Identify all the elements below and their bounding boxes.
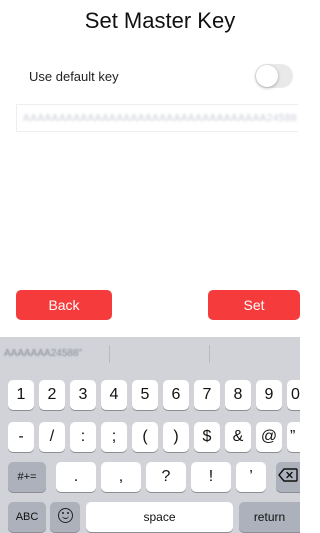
key-period[interactable]: . [56, 462, 96, 492]
key-slash[interactable]: / [39, 422, 65, 452]
emoji-key[interactable] [50, 502, 80, 532]
emoji-icon [57, 507, 73, 523]
key-1[interactable]: 1 [8, 380, 34, 410]
symbols-toggle-key[interactable]: #+= [8, 462, 46, 492]
key-7[interactable]: 7 [194, 380, 220, 410]
key-hyphen[interactable]: - [8, 422, 34, 452]
key-5[interactable]: 5 [132, 380, 158, 410]
key-close-paren[interactable]: ) [163, 422, 189, 452]
suggestion-divider [109, 345, 110, 363]
suggestion-divider [209, 345, 210, 363]
key-exclamation[interactable]: ! [191, 462, 231, 492]
key-quote[interactable]: ” [287, 422, 300, 452]
page-title: Set Master Key [84, 8, 236, 33]
key-dollar[interactable]: $ [194, 422, 220, 452]
delete-key[interactable] [276, 462, 300, 492]
key-3[interactable]: 3 [70, 380, 96, 410]
set-button[interactable]: Set [208, 290, 300, 320]
suggestion-item[interactable]: AAAAAAA24588" [4, 348, 82, 359]
key-apostrophe[interactable]: ’ [236, 462, 266, 492]
back-button[interactable]: Back [16, 290, 112, 320]
default-key-toggle[interactable] [255, 64, 293, 88]
key-6[interactable]: 6 [163, 380, 189, 410]
delete-icon [278, 468, 298, 482]
key-4[interactable]: 4 [101, 380, 127, 410]
key-open-paren[interactable]: ( [132, 422, 158, 452]
master-key-value: AAAAAAAAAAAAAAAAAAAAAAAAAAAAAAAAAA24588 [23, 113, 298, 124]
default-key-label: Use default key [29, 69, 119, 84]
key-comma[interactable]: , [101, 462, 141, 492]
key-semicolon[interactable]: ; [101, 422, 127, 452]
space-key[interactable]: space [86, 502, 233, 532]
key-ampersand[interactable]: & [225, 422, 251, 452]
return-key[interactable]: return [239, 502, 300, 532]
keyboard: AAAAAAA24588" 1 2 3 4 5 6 7 8 9 0 - / : … [0, 337, 300, 533]
suggestion-bar: AAAAAAA24588" [0, 337, 300, 370]
master-key-field[interactable]: AAAAAAAAAAAAAAAAAAAAAAAAAAAAAAAAAA24588 [16, 104, 298, 132]
key-colon[interactable]: : [70, 422, 96, 452]
abc-key[interactable]: ABC [8, 502, 46, 532]
key-0[interactable]: 0 [287, 380, 300, 410]
key-at[interactable]: @ [256, 422, 282, 452]
key-2[interactable]: 2 [39, 380, 65, 410]
toggle-knob [256, 65, 278, 87]
key-question[interactable]: ? [146, 462, 186, 492]
key-9[interactable]: 9 [256, 380, 282, 410]
key-8[interactable]: 8 [225, 380, 251, 410]
